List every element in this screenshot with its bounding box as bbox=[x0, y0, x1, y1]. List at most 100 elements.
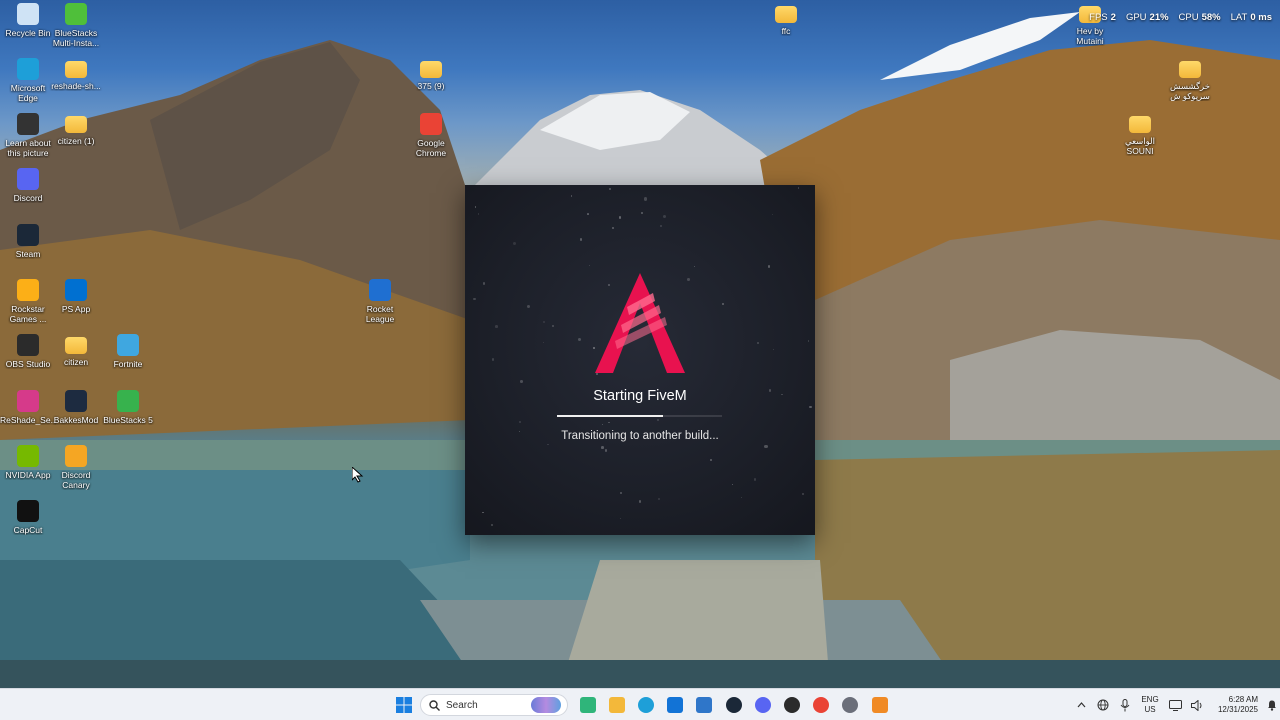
taskbar-app-button[interactable] bbox=[634, 693, 658, 717]
desktop-icon[interactable]: Hev by Mutaini bbox=[1062, 3, 1118, 46]
splash-status-text: Transitioning to another build... bbox=[561, 430, 719, 442]
language-code: ENG bbox=[1141, 695, 1159, 704]
snow-particle bbox=[807, 340, 810, 342]
desktop-icon-label: citizen (1) bbox=[57, 136, 95, 146]
taskbar-app-button[interactable] bbox=[692, 693, 716, 717]
reshade-icon bbox=[17, 390, 39, 412]
taskbar-app-button[interactable] bbox=[751, 693, 775, 717]
desktop-icon[interactable]: BlueStacks 5 bbox=[100, 390, 156, 425]
desktop-icon-label: BlueStacks Multi-Insta... bbox=[52, 28, 100, 48]
desktop-icon-label: Discord bbox=[13, 193, 43, 203]
file-explorer-icon bbox=[609, 697, 625, 713]
desktop-icon[interactable]: BlueStacks Multi-Insta... bbox=[48, 3, 104, 48]
discord-icon bbox=[17, 168, 39, 190]
taskbar-app-button[interactable] bbox=[868, 693, 892, 717]
snow-particle bbox=[491, 523, 494, 526]
taskbar-search-box[interactable]: Search bbox=[420, 694, 568, 716]
desktop-icon[interactable]: Fortnite bbox=[100, 334, 156, 369]
taskbar-app-button[interactable] bbox=[809, 693, 833, 717]
network-tray-button[interactable] bbox=[1092, 689, 1114, 720]
desktop-icon-label: PS App bbox=[61, 304, 91, 314]
clock-time: 6:28 AM bbox=[1228, 695, 1258, 704]
taskbar-app-button[interactable] bbox=[722, 693, 746, 717]
volume-tray-button[interactable] bbox=[1186, 689, 1208, 720]
gpu-metric: GPU 21% bbox=[1126, 12, 1169, 23]
snow-particle bbox=[473, 297, 476, 300]
desktop-icon[interactable]: الواسعي SOUNI bbox=[1112, 113, 1168, 156]
snow-particle bbox=[542, 320, 545, 323]
language-indicator[interactable]: ENG US bbox=[1136, 695, 1164, 715]
desktop-icon[interactable]: Discord Canary bbox=[48, 445, 104, 490]
snow-particle bbox=[518, 420, 522, 424]
obs-icon bbox=[17, 334, 39, 356]
desktop-icon[interactable]: Rocket League bbox=[352, 279, 408, 324]
snow-particle bbox=[542, 341, 545, 344]
snow-particle bbox=[604, 449, 608, 452]
start-button[interactable] bbox=[392, 693, 416, 717]
desktop-icon-label: خرگشسش سرپوکو ش bbox=[1170, 81, 1210, 101]
taskbar-app-button[interactable] bbox=[576, 693, 600, 717]
snow-particle bbox=[478, 213, 480, 215]
desktop-icon-label: Steam bbox=[15, 249, 41, 259]
notification-button[interactable] bbox=[1264, 689, 1280, 720]
snow-particle bbox=[570, 195, 573, 197]
snow-particle bbox=[601, 423, 604, 426]
snow-particle bbox=[722, 302, 725, 305]
discord-icon bbox=[755, 697, 771, 713]
snow-particle bbox=[709, 458, 712, 462]
clock-button[interactable]: 6:28 AM 12/31/2025 bbox=[1208, 695, 1264, 715]
capcut-icon bbox=[17, 500, 39, 522]
outlook-icon bbox=[696, 697, 712, 713]
desktop-icon[interactable]: reshade-sh... bbox=[48, 58, 104, 91]
folder-icon bbox=[65, 61, 87, 78]
desktop-icon[interactable]: PS App bbox=[48, 279, 104, 314]
taskbar-app-button[interactable] bbox=[605, 693, 629, 717]
snow-particle bbox=[771, 213, 773, 216]
desktop-icon[interactable]: citizen bbox=[48, 334, 104, 367]
snow-particle bbox=[552, 324, 555, 328]
taskbar-app-button[interactable] bbox=[663, 693, 687, 717]
desktop-icon[interactable]: CapCut bbox=[0, 500, 56, 535]
fps-label: FPS bbox=[1089, 12, 1108, 23]
snow-particle bbox=[611, 226, 614, 230]
snow-particle bbox=[772, 348, 775, 351]
microphone-tray-button[interactable] bbox=[1114, 689, 1136, 720]
performance-overlay: FPS 2 GPU 21% CPU 58% LAT 0 ms bbox=[1089, 12, 1272, 23]
snow-particle bbox=[797, 187, 800, 190]
snow-particle bbox=[741, 496, 743, 499]
chevron-up-icon bbox=[1077, 702, 1085, 708]
fivem-logo-icon bbox=[595, 273, 685, 373]
desktop-icon[interactable]: citizen (1) bbox=[48, 113, 104, 146]
desktop-icon[interactable]: 375 (9) bbox=[403, 58, 459, 91]
snow-particle bbox=[618, 216, 621, 219]
desktop-icon[interactable]: ffc bbox=[758, 3, 814, 36]
desktop-icon[interactable]: Google Chrome bbox=[403, 113, 459, 158]
snow-particle bbox=[588, 265, 590, 267]
snow-particle bbox=[767, 264, 771, 268]
microphone-icon bbox=[1120, 698, 1130, 711]
desktop-icon[interactable]: خرگشسش سرپوکو ش bbox=[1162, 58, 1218, 101]
display-tray-button[interactable] bbox=[1164, 689, 1186, 720]
show-hidden-icons-button[interactable] bbox=[1070, 689, 1092, 720]
snow-particle bbox=[495, 325, 498, 328]
bluestacks-multi-instance-icon bbox=[65, 3, 87, 25]
desktop-icon-label: ffc bbox=[781, 26, 791, 36]
snow-particle bbox=[756, 341, 759, 344]
taskbar-app-button[interactable] bbox=[780, 693, 804, 717]
taskbar-app-button[interactable] bbox=[838, 693, 862, 717]
monitor-icon bbox=[1168, 699, 1182, 711]
desktop-icon[interactable]: Steam bbox=[0, 224, 56, 259]
taskbar: Search ENG US 6:28 AM 12/31/2025 bbox=[0, 688, 1280, 720]
desktop-icon-label: Hev by Mutaini bbox=[1076, 26, 1104, 46]
cpu-value: 58% bbox=[1201, 12, 1221, 23]
desktop-icon-label: الواسعي SOUNI bbox=[1124, 136, 1155, 156]
desktop-icon[interactable]: BakkesMod bbox=[48, 390, 104, 425]
mouse-cursor-icon bbox=[352, 467, 364, 483]
folder-icon bbox=[65, 337, 87, 354]
rocket-league-icon bbox=[369, 279, 391, 301]
globe-icon bbox=[1097, 699, 1109, 711]
steam-icon bbox=[17, 224, 39, 246]
fivem-splash-window[interactable]: Starting FiveM Transitioning to another … bbox=[465, 185, 815, 535]
desktop-icon[interactable]: Discord bbox=[0, 168, 56, 203]
fps-metric: FPS 2 bbox=[1089, 12, 1116, 23]
